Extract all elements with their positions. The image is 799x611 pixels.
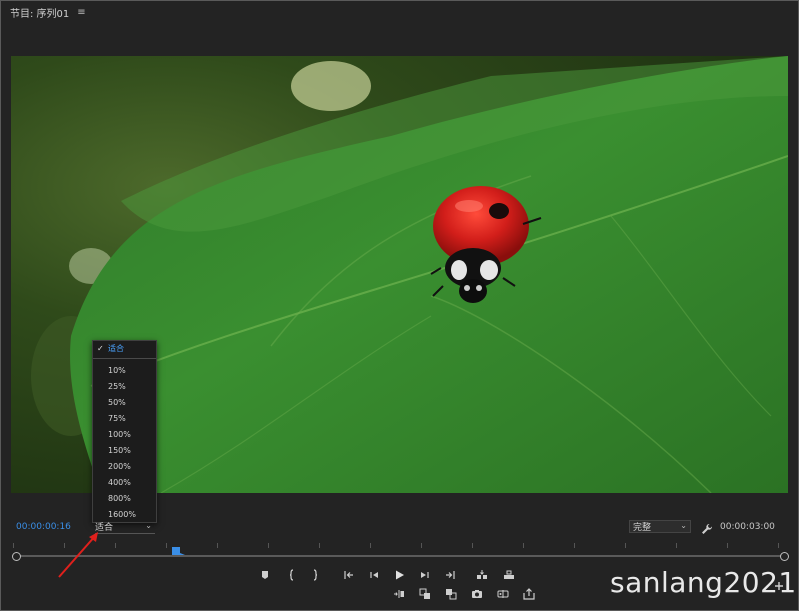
mark-out-icon[interactable] <box>308 568 322 582</box>
zoom-level-dropdown-menu[interactable]: ✓ 适合 10% 25% 50% 75% 100% 150% 200% 400%… <box>92 340 157 523</box>
watermark-text: sanlang2021 <box>610 566 797 599</box>
hamburger-menu-icon[interactable]: ≡ <box>77 7 85 18</box>
chevron-down-icon: ⌄ <box>680 521 687 530</box>
zoom-option-label: 10% <box>108 366 126 375</box>
share-icon[interactable] <box>522 587 536 601</box>
zoom-option-label: 1600% <box>108 510 136 519</box>
zoom-option[interactable]: 100% <box>93 427 156 443</box>
zoom-scroll-track[interactable] <box>16 555 784 557</box>
trim-icon[interactable] <box>392 587 406 601</box>
wrench-icon[interactable] <box>701 520 713 534</box>
zoom-option[interactable]: 10% <box>93 363 156 379</box>
go-to-out-icon[interactable] <box>443 568 457 582</box>
go-to-in-icon[interactable] <box>342 568 356 582</box>
zoom-option-label: 25% <box>108 382 126 391</box>
extract-icon[interactable] <box>444 587 458 601</box>
zoom-option-fit[interactable]: ✓ 适合 <box>93 341 156 359</box>
zoom-option-label: 适合 <box>108 344 124 353</box>
playhead-marker[interactable] <box>171 542 187 557</box>
comparison-icon[interactable] <box>496 587 510 601</box>
step-back-icon[interactable] <box>367 568 381 582</box>
zoom-option-label: 400% <box>108 478 131 487</box>
step-forward-icon[interactable] <box>418 568 432 582</box>
mark-in-icon[interactable] <box>285 568 299 582</box>
insert-icon[interactable] <box>475 568 489 582</box>
zoom-option[interactable]: 400% <box>93 475 156 491</box>
zoom-option-label: 50% <box>108 398 126 407</box>
zoom-scroll-right-handle[interactable] <box>780 552 789 561</box>
zoom-option-label: 75% <box>108 414 126 423</box>
panel-title[interactable]: 节目: 序列01 <box>10 5 69 20</box>
annotation-arrow <box>58 532 98 578</box>
panel-header: 节目: 序列01 ≡ <box>10 5 86 20</box>
chevron-down-icon: ⌄ <box>145 521 152 530</box>
camera-icon[interactable] <box>470 587 484 601</box>
zoom-option[interactable]: 75% <box>93 411 156 427</box>
resolution-label: 完整 <box>633 523 652 533</box>
checkmark-icon: ✓ <box>97 344 104 353</box>
zoom-option[interactable]: 200% <box>93 459 156 475</box>
zoom-option-label: 150% <box>108 446 131 455</box>
play-icon[interactable] <box>392 568 406 582</box>
zoom-option[interactable]: 25% <box>93 379 156 395</box>
zoom-option[interactable]: 50% <box>93 395 156 411</box>
zoom-option-label: 100% <box>108 430 131 439</box>
zoom-option-label: 800% <box>108 494 131 503</box>
zoom-option-label: 200% <box>108 462 131 471</box>
marker-icon[interactable] <box>258 568 272 582</box>
zoom-scroll-left-handle[interactable] <box>12 552 21 561</box>
lift-icon[interactable] <box>418 587 432 601</box>
playback-resolution-select[interactable]: 完整 ⌄ <box>629 520 691 533</box>
zoom-option[interactable]: 800% <box>93 491 156 507</box>
duration-timecode: 00:00:03:00 <box>720 522 775 532</box>
overwrite-icon[interactable] <box>502 568 516 582</box>
zoom-option[interactable]: 150% <box>93 443 156 459</box>
time-ruler[interactable] <box>13 543 785 553</box>
